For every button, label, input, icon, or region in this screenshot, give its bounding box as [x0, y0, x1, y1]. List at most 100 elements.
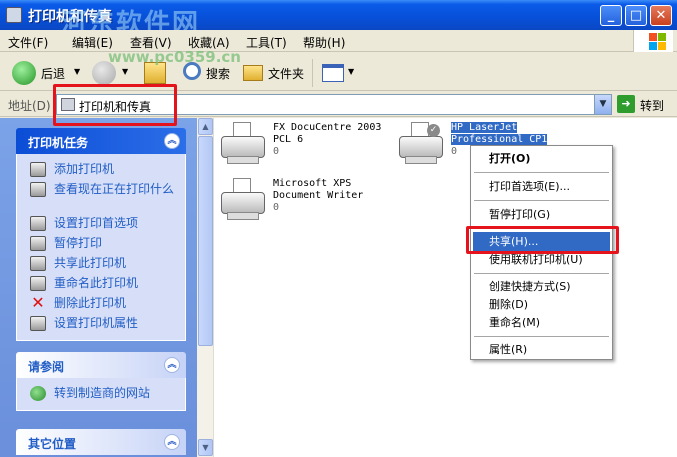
menu-item-sharing[interactable]: 共享(H)...: [473, 232, 610, 252]
forward-arrow-icon[interactable]: [92, 61, 116, 85]
printer-folder-icon: [6, 7, 22, 23]
address-input[interactable]: 打印机和传真 ▼: [56, 94, 612, 115]
collapse-chevron-icon[interactable]: ︽: [164, 357, 180, 373]
folders-icon[interactable]: [243, 65, 263, 81]
address-dropdown-icon[interactable]: ▼: [594, 95, 611, 114]
menu-favorites[interactable]: 收藏(A): [188, 34, 230, 51]
task-share-printer[interactable]: 共享此打印机: [17, 254, 185, 274]
task-add-printer[interactable]: 添加打印机: [17, 160, 185, 180]
other-places-group: 其它位置 ︽: [16, 429, 186, 455]
printer-name-line2: Document Writer: [273, 190, 364, 201]
scroll-up-icon[interactable]: ▲: [198, 118, 213, 135]
minimize-button[interactable]: _: [600, 5, 622, 26]
folders-button-label[interactable]: 文件夹: [268, 65, 304, 82]
context-menu: 打开(O) 打印首选项(E)... 暂停打印(G) 共享(H)... 使用联机打…: [470, 145, 613, 360]
task-label[interactable]: 查看现在正在打印什么: [54, 182, 174, 196]
printer-item-xps[interactable]: Microsoft XPS Document Writer 0: [221, 178, 401, 226]
task-label[interactable]: 共享此打印机: [54, 256, 126, 270]
other-places-header[interactable]: 其它位置 ︽: [16, 429, 186, 455]
task-label[interactable]: 转到制造商的网站: [54, 386, 150, 400]
printer-job-count: 0: [451, 146, 458, 157]
task-label[interactable]: 设置打印机属性: [54, 316, 138, 330]
task-printer-properties[interactable]: 设置打印机属性: [17, 314, 185, 334]
menu-item-use-printer-online[interactable]: 使用联机打印机(U): [473, 250, 610, 270]
menu-tools[interactable]: 工具(T): [246, 34, 287, 51]
task-label[interactable]: 重命名此打印机: [54, 276, 138, 290]
go-arrow-icon[interactable]: ➜: [617, 95, 635, 113]
rename-printer-icon: [30, 276, 46, 291]
other-places-title: 其它位置: [28, 437, 77, 451]
search-button-label[interactable]: 搜索: [206, 65, 230, 82]
task-label[interactable]: 删除此打印机: [54, 296, 126, 310]
printer-job-count: 0: [273, 146, 280, 157]
printer-tasks-title: 打印机任务: [28, 136, 89, 150]
menu-help[interactable]: 帮助(H): [303, 34, 345, 51]
menu-separator: [474, 273, 609, 274]
printer-label[interactable]: FX DocuCentre 2003 PCL 6 0: [273, 122, 381, 158]
printer-tasks-list: 添加打印机 查看现在正在打印什么 设置打印首选项 暂停打印 共享此打印机 重命名…: [16, 154, 186, 341]
menu-item-delete[interactable]: 删除(D): [473, 295, 610, 315]
task-delete-printer[interactable]: ✕ 删除此打印机: [17, 294, 185, 314]
task-label[interactable]: 添加打印机: [54, 162, 114, 176]
menu-item-open[interactable]: 打开(O): [473, 149, 610, 169]
printer-name-line2: PCL 6: [273, 134, 304, 145]
views-icon[interactable]: [322, 64, 344, 82]
printer-tasks-group: 打印机任务 ︽ 添加打印机 查看现在正在打印什么 设置打印首选项 暂停打印 共享…: [16, 128, 186, 341]
task-manufacturer-website[interactable]: 转到制造商的网站: [17, 384, 185, 404]
globe-icon: [30, 386, 46, 401]
collapse-chevron-icon[interactable]: ︽: [164, 133, 180, 149]
menu-item-create-shortcut[interactable]: 创建快捷方式(S): [473, 277, 610, 297]
vertical-scrollbar[interactable]: ▲ ▼: [197, 118, 214, 457]
collapse-chevron-icon[interactable]: ︽: [164, 434, 180, 450]
printer-name-line2: Professional CP1: [451, 134, 548, 145]
menu-item-pause-printing[interactable]: 暂停打印(G): [473, 205, 610, 225]
title-bar[interactable]: 打印机和传真 _ □ ✕: [0, 0, 677, 30]
scroll-thumb[interactable]: [198, 136, 213, 346]
menu-item-printing-preferences[interactable]: 打印首选项(E)...: [473, 177, 610, 197]
see-also-group: 请参阅 ︽ 转到制造商的网站: [16, 352, 186, 411]
printer-label[interactable]: Microsoft XPS Document Writer 0: [273, 178, 363, 214]
printer-name-line1: FX DocuCentre 2003: [273, 122, 382, 133]
printer-item-fx[interactable]: FX DocuCentre 2003 PCL 6 0: [221, 122, 401, 170]
menu-view[interactable]: 查看(V): [130, 34, 172, 51]
default-printer-check-icon: ✓: [427, 124, 440, 137]
windows-logo-icon: [633, 30, 673, 52]
views-dropdown-icon[interactable]: ▼: [348, 67, 354, 76]
back-button-label[interactable]: 后退: [41, 65, 65, 82]
share-printer-icon: [30, 256, 46, 271]
see-also-list: 转到制造商的网站: [16, 378, 186, 411]
explorer-window: 打印机和传真 _ □ ✕ 河东软件网 文件(F) 编辑(E) 查看(V) 收藏(…: [0, 0, 677, 457]
back-dropdown-icon[interactable]: ▼: [74, 67, 80, 76]
address-value[interactable]: 打印机和传真: [79, 98, 151, 115]
address-bar: 地址(D) 打印机和传真 ▼ ➜ 转到: [0, 92, 677, 117]
printer-folder-icon: [61, 98, 75, 111]
maximize-button[interactable]: □: [625, 5, 647, 26]
search-icon[interactable]: [183, 62, 201, 80]
printer-job-count: 0: [273, 202, 280, 213]
menu-file[interactable]: 文件(F): [8, 34, 48, 51]
see-also-header[interactable]: 请参阅 ︽: [16, 352, 186, 378]
address-label: 地址(D): [8, 99, 51, 113]
preferences-icon: [30, 216, 46, 231]
forward-dropdown-icon[interactable]: ▼: [122, 67, 128, 76]
scroll-down-icon[interactable]: ▼: [198, 439, 213, 456]
back-arrow-icon[interactable]: [12, 61, 36, 85]
pause-printer-icon: [30, 236, 46, 251]
close-button[interactable]: ✕: [650, 5, 672, 26]
task-rename-printer[interactable]: 重命名此打印机: [17, 274, 185, 294]
toolbar-divider: [312, 59, 313, 87]
menu-separator: [474, 228, 609, 229]
menu-item-rename[interactable]: 重命名(M): [473, 313, 610, 333]
task-label[interactable]: 设置打印首选项: [54, 216, 138, 230]
add-printer-icon: [30, 162, 46, 177]
task-label[interactable]: 暂停打印: [54, 236, 102, 250]
printer-tasks-header[interactable]: 打印机任务 ︽: [16, 128, 186, 154]
toolbar: 后退 ▼ ▼ 搜索 文件夹 ▼: [0, 53, 677, 91]
menu-edit[interactable]: 编辑(E): [72, 34, 113, 51]
go-button-label[interactable]: 转到: [640, 97, 664, 114]
menu-item-properties[interactable]: 属性(R): [473, 340, 610, 360]
up-folder-icon[interactable]: [144, 62, 166, 84]
task-pause-printing[interactable]: 暂停打印: [17, 234, 185, 254]
task-see-whats-printing[interactable]: 查看现在正在打印什么: [17, 180, 185, 214]
task-printing-preferences[interactable]: 设置打印首选项: [17, 214, 185, 234]
